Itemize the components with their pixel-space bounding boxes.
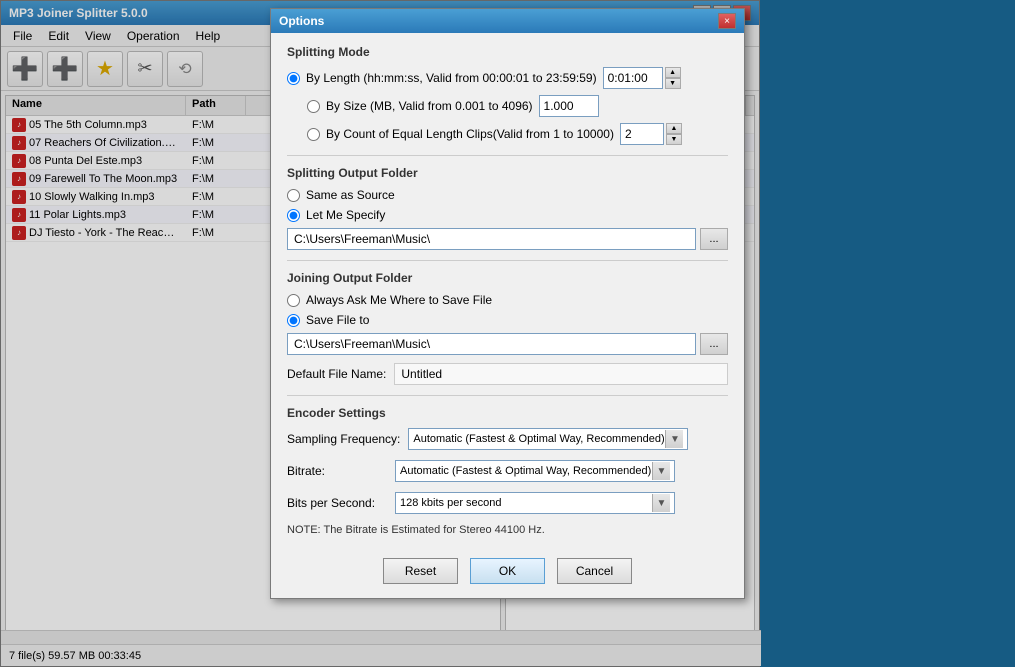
same-as-source-row: Same as Source [287, 188, 728, 202]
bitrate-label: Bitrate: [287, 464, 387, 478]
let-me-specify-row: Let Me Specify [287, 208, 728, 222]
by-length-radio[interactable] [287, 72, 300, 85]
bitrate-value: Automatic (Fastest & Optimal Way, Recomm… [400, 465, 652, 477]
dialog-footer: Reset OK Cancel [271, 548, 744, 598]
sampling-frequency-row: Sampling Frequency: Automatic (Fastest &… [287, 428, 728, 450]
by-count-input[interactable] [620, 123, 664, 145]
dialog-body: Splitting Mode By Length (hh:mm:ss, Vali… [271, 33, 744, 548]
by-count-spin-buttons: ▲ ▼ [666, 123, 682, 145]
always-ask-row: Always Ask Me Where to Save File [287, 293, 728, 307]
dialog-overlay: Options × Splitting Mode By Length (hh:m… [0, 0, 1015, 667]
by-length-spin-buttons: ▲ ▼ [665, 67, 681, 89]
bitrate-arrow: ▼ [652, 462, 670, 480]
bits-per-second-row: Bits per Second: 128 kbits per second ▼ [287, 492, 728, 514]
sampling-frequency-value: Automatic (Fastest & Optimal Way, Recomm… [413, 433, 665, 445]
always-ask-radio[interactable] [287, 294, 300, 307]
sampling-frequency-label: Sampling Frequency: [287, 432, 400, 446]
bitrate-dropdown[interactable]: Automatic (Fastest & Optimal Way, Recomm… [395, 460, 675, 482]
encoder-note: NOTE: The Bitrate is Estimated for Stere… [287, 524, 728, 536]
joining-path-row: ... [287, 333, 728, 355]
bits-per-second-value: 128 kbits per second [400, 497, 652, 509]
joining-browse-button[interactable]: ... [700, 333, 728, 355]
by-count-spin-down[interactable]: ▼ [666, 134, 682, 145]
dialog-title-bar: Options × [271, 9, 744, 33]
bits-per-second-dropdown[interactable]: 128 kbits per second ▼ [395, 492, 675, 514]
default-file-name-row: Default File Name: [287, 363, 728, 385]
by-count-radio[interactable] [307, 128, 320, 141]
dialog-close-button[interactable]: × [718, 13, 736, 29]
bits-per-second-label: Bits per Second: [287, 496, 387, 510]
default-file-name-input[interactable] [401, 367, 721, 381]
always-ask-label[interactable]: Always Ask Me Where to Save File [306, 293, 492, 307]
by-count-label[interactable]: By Count of Equal Length Clips(Valid fro… [326, 127, 614, 141]
let-me-specify-radio[interactable] [287, 209, 300, 222]
by-size-input[interactable] [539, 95, 599, 117]
by-size-radio[interactable] [307, 100, 320, 113]
bits-per-second-arrow: ▼ [652, 494, 670, 512]
joining-output-title: Joining Output Folder [287, 271, 728, 285]
sampling-frequency-arrow: ▼ [665, 430, 683, 448]
save-to-row: Save File to [287, 313, 728, 327]
by-size-label[interactable]: By Size (MB, Valid from 0.001 to 4096) [326, 99, 533, 113]
by-size-row: By Size (MB, Valid from 0.001 to 4096) [287, 95, 728, 117]
by-count-spin-up[interactable]: ▲ [666, 123, 682, 134]
splitting-path-input[interactable] [287, 228, 696, 250]
by-count-row: By Count of Equal Length Clips(Valid fro… [287, 123, 728, 145]
by-length-spin-down[interactable]: ▼ [665, 78, 681, 89]
options-dialog: Options × Splitting Mode By Length (hh:m… [270, 8, 745, 599]
joining-path-input[interactable] [287, 333, 696, 355]
by-count-spin-container: ▲ ▼ [620, 123, 682, 145]
by-length-input[interactable] [603, 67, 663, 89]
save-to-label[interactable]: Save File to [306, 313, 369, 327]
encoder-settings-title: Encoder Settings [287, 406, 728, 420]
reset-button[interactable]: Reset [383, 558, 458, 584]
bitrate-row: Bitrate: Automatic (Fastest & Optimal Wa… [287, 460, 728, 482]
same-as-source-radio[interactable] [287, 189, 300, 202]
by-length-spin-container: ▲ ▼ [603, 67, 681, 89]
splitting-path-row: ... [287, 228, 728, 250]
cancel-button[interactable]: Cancel [557, 558, 632, 584]
default-file-name-label: Default File Name: [287, 367, 386, 381]
splitting-mode-title: Splitting Mode [287, 45, 728, 59]
ok-button[interactable]: OK [470, 558, 545, 584]
let-me-specify-label[interactable]: Let Me Specify [306, 208, 385, 222]
by-length-label[interactable]: By Length (hh:mm:ss, Valid from 00:00:01… [306, 71, 597, 85]
by-length-spin-up[interactable]: ▲ [665, 67, 681, 78]
sampling-frequency-dropdown[interactable]: Automatic (Fastest & Optimal Way, Recomm… [408, 428, 688, 450]
same-as-source-label[interactable]: Same as Source [306, 188, 395, 202]
by-length-row: By Length (hh:mm:ss, Valid from 00:00:01… [287, 67, 728, 89]
save-to-radio[interactable] [287, 314, 300, 327]
dialog-title: Options [279, 14, 324, 28]
default-file-name-value [394, 363, 728, 385]
splitting-output-title: Splitting Output Folder [287, 166, 728, 180]
splitting-browse-button[interactable]: ... [700, 228, 728, 250]
